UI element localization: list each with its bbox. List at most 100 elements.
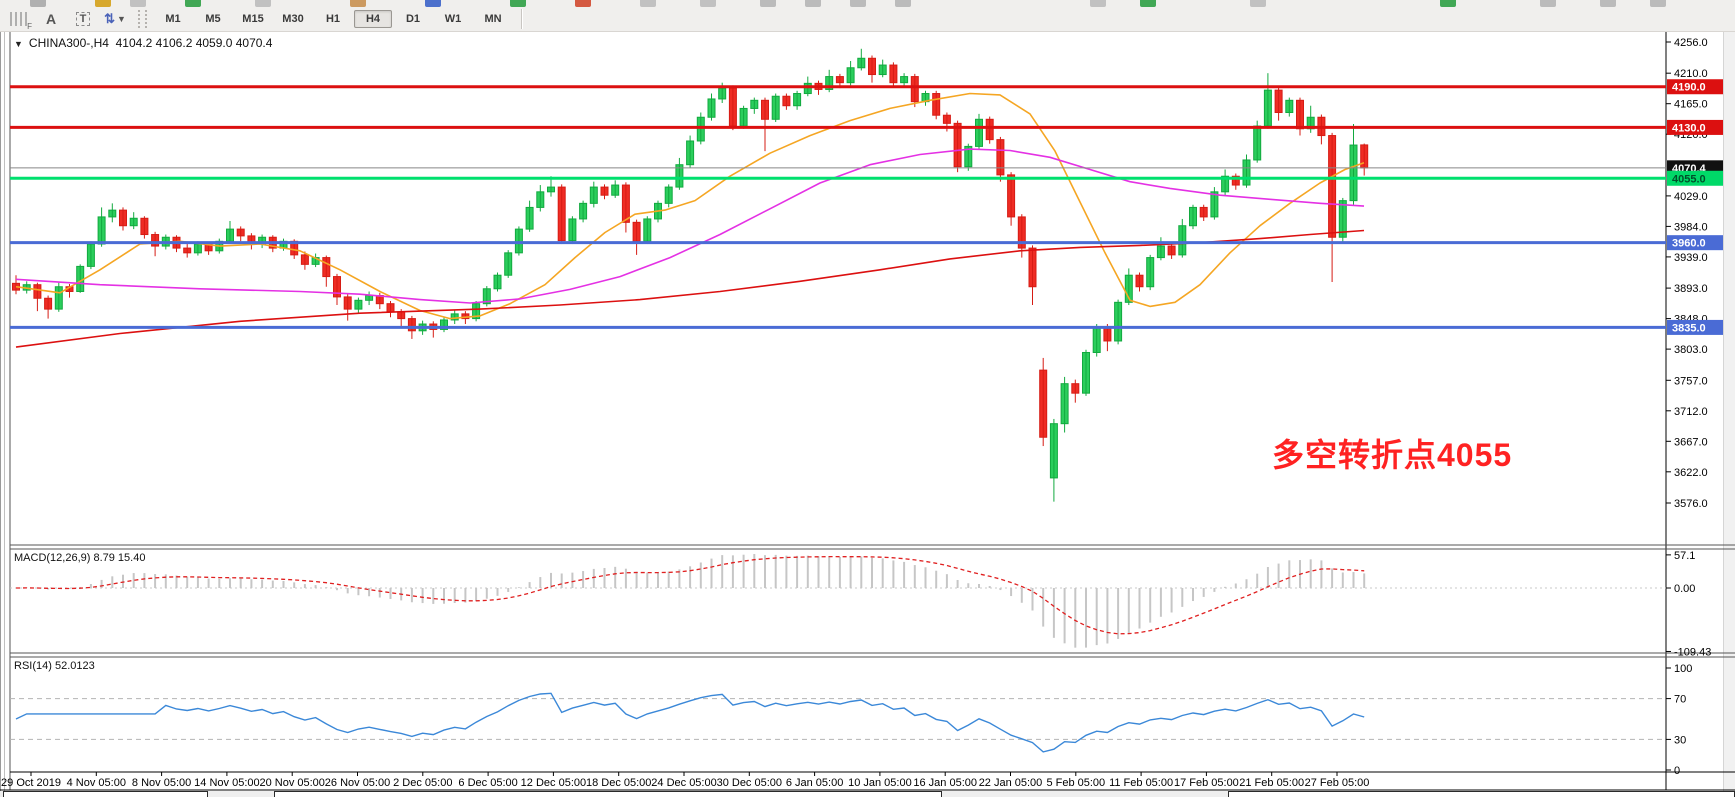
cropped-icon (30, 0, 46, 7)
macd-indicator-label: MACD(12,26,9) 8.79 15.40 (14, 552, 145, 564)
date-label: 24 Dec 05:00 (651, 777, 716, 789)
date-label: 8 Nov 05:00 (132, 777, 191, 789)
price-badge-label: 4055.0 (1672, 173, 1706, 185)
dropdown-caret-icon[interactable]: ▼ (117, 14, 126, 24)
snap-grid-icon[interactable]: F (6, 9, 32, 29)
date-label: 2 Dec 05:00 (393, 777, 452, 789)
text-box-icon[interactable]: T (70, 9, 96, 29)
sort-arrows-icon[interactable]: ⇅▼ (102, 9, 128, 29)
cropped-icon (1650, 0, 1666, 7)
grid-f-label: F (27, 22, 32, 31)
chart-symbol-period: CHINA300-,H4 (29, 36, 109, 50)
timeframe-button-w1[interactable]: W1 (434, 10, 472, 28)
cropped-icon (255, 0, 271, 7)
macd-tick: 57.1 (1674, 550, 1695, 562)
mt4-application-window: { "toolbar": { "icons": [ {"name": "snap… (0, 0, 1735, 797)
rsi-tick: 30 (1674, 734, 1686, 746)
date-label: 11 Feb 05:00 (1109, 777, 1173, 789)
date-label: 14 Nov 05:00 (194, 777, 259, 789)
rsi-tick: 100 (1674, 663, 1692, 675)
date-label: 20 Nov 05:00 (259, 777, 324, 789)
date-label: 5 Feb 05:00 (1046, 777, 1105, 789)
price-tick: 4165.0 (1674, 99, 1708, 111)
date-label: 29 Oct 2019 (1, 777, 61, 789)
grid-dots-glyph (10, 12, 28, 26)
timeframe-button-h1[interactable]: H1 (314, 10, 352, 28)
date-label: 18 Dec 05:00 (586, 777, 651, 789)
price-tick: 3939.0 (1674, 252, 1708, 264)
cropped-icon (805, 0, 821, 7)
bottom-tab[interactable] (1228, 791, 1735, 797)
chart-annotation-text: 多空转折点4055 (1272, 430, 1512, 476)
cropped-icon (130, 0, 146, 7)
price-badge-label: 3960.0 (1672, 238, 1706, 250)
bottom-tab[interactable] (274, 791, 942, 797)
rsi-indicator-label: RSI(14) 52.0123 (14, 660, 95, 672)
price-tick: 4256.0 (1674, 37, 1708, 49)
date-label: 10 Jan 05:00 (848, 777, 912, 789)
cropped-icon (1440, 0, 1456, 7)
chart-ohlc-readout: 4104.2 4106.2 4059.0 4070.4 (116, 36, 273, 50)
toolbar-drag-handle[interactable] (138, 10, 147, 28)
timeframe-button-m30[interactable]: M30 (274, 10, 312, 28)
price-tick: 3667.0 (1674, 436, 1708, 448)
cropped-icon (425, 0, 441, 7)
cropped-icon (1140, 0, 1156, 7)
date-label: 17 Feb 05:00 (1174, 777, 1239, 789)
timeframe-button-mn[interactable]: MN (474, 10, 512, 28)
cropped-icon (1250, 0, 1266, 7)
toolbar-separator (521, 9, 522, 29)
timeframe-button-m1[interactable]: M1 (154, 10, 192, 28)
cropped-icon (350, 0, 366, 7)
price-badge-label: 4130.0 (1672, 122, 1706, 134)
cropped-icon (1540, 0, 1556, 7)
cropped-icon (895, 0, 911, 7)
cropped-icon (510, 0, 526, 7)
date-label: 12 Dec 05:00 (521, 777, 586, 789)
collapse-triangle-icon[interactable]: ▼ (14, 39, 23, 49)
cropped-icon (1090, 0, 1106, 7)
price-tick: 3757.0 (1674, 375, 1708, 387)
timeframe-button-d1[interactable]: D1 (394, 10, 432, 28)
cropped-toolbar-row (0, 0, 1735, 7)
rsi-line (16, 693, 1364, 752)
chart-toolbar: F A T ⇅▼ M1M5M15M30H1H4D1W1MN (0, 7, 1735, 32)
cropped-icon (850, 0, 866, 7)
ma-mid-magenta (16, 149, 1364, 303)
price-tick: 3984.0 (1674, 221, 1708, 233)
macd-tick: -109.43 (1674, 646, 1711, 658)
bottom-tab[interactable] (3, 791, 208, 797)
cropped-bottom-bar (0, 791, 1735, 797)
rsi-tick: 0 (1674, 765, 1680, 777)
timeframe-button-h4[interactable]: H4 (354, 10, 392, 28)
price-tick: 3803.0 (1674, 344, 1708, 356)
price-tick: 3893.0 (1674, 283, 1708, 295)
chart-canvas[interactable]: 4256.04210.04165.04120.04029.03984.03939… (0, 0, 1735, 797)
date-label: 4 Nov 05:00 (67, 777, 126, 789)
timeframe-button-m5[interactable]: M5 (194, 10, 232, 28)
cropped-icon (95, 0, 111, 7)
price-badge-label: 4190.0 (1672, 82, 1706, 94)
macd-tick: 0.00 (1674, 583, 1695, 595)
timeframe-button-group: M1M5M15M30H1H4D1W1MN (153, 10, 513, 28)
chart-title: ▼ CHINA300-,H4 4104.2 4106.2 4059.0 4070.… (14, 36, 272, 50)
cropped-icon (1600, 0, 1616, 7)
rsi-tick: 70 (1674, 694, 1686, 706)
price-badge-label: 3835.0 (1672, 322, 1706, 334)
timeframe-button-m15[interactable]: M15 (234, 10, 272, 28)
cropped-icon (700, 0, 716, 7)
date-label: 26 Nov 05:00 (325, 777, 390, 789)
price-tick: 3712.0 (1674, 406, 1708, 418)
price-tick: 4210.0 (1674, 68, 1708, 80)
date-label: 22 Jan 05:00 (979, 777, 1043, 789)
text-label-icon[interactable]: A (38, 9, 64, 29)
date-label: 27 Feb 05:00 (1305, 777, 1370, 789)
date-label: 16 Jan 05:00 (913, 777, 977, 789)
date-label: 21 Feb 05:00 (1239, 777, 1304, 789)
candles (13, 58, 1368, 478)
cropped-icon (760, 0, 776, 7)
cropped-icon (640, 0, 656, 7)
price-tick: 4029.0 (1674, 191, 1708, 203)
date-label: 6 Jan 05:00 (786, 777, 844, 789)
cropped-icon (575, 0, 591, 7)
